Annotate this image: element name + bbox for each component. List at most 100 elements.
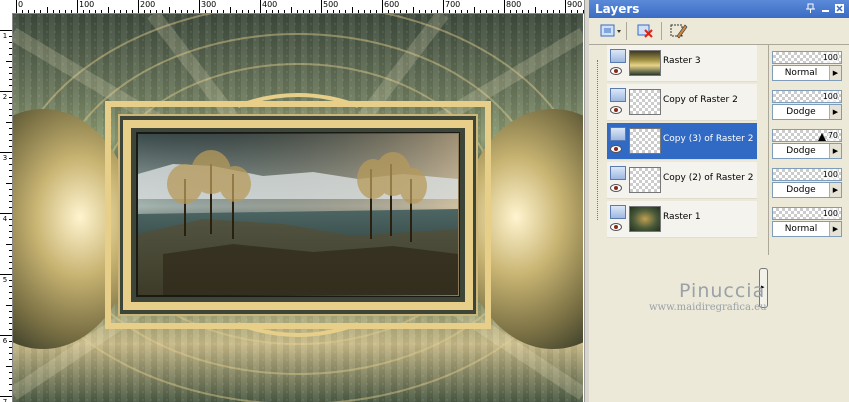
ruler-minor-tick: [150, 10, 152, 13]
ruler-minor-tick: [9, 280, 12, 282]
visibility-eye-icon[interactable]: [610, 223, 622, 231]
close-icon[interactable]: [834, 3, 845, 14]
ruler-label: 5: [2, 276, 8, 284]
layer-name: Raster 3: [663, 56, 701, 66]
layer-thumbnail: [629, 128, 661, 154]
layer-row-raster-1[interactable]: Raster 1: [607, 201, 757, 238]
ruler-minor-tick: [394, 10, 396, 13]
toolbar-separator: [661, 22, 662, 40]
layer-row-copy-2-of-raster-2[interactable]: Copy (2) of Raster 2: [607, 162, 757, 199]
ruler-minor-tick: [64, 10, 66, 13]
layers-title: Layers: [595, 2, 640, 16]
layer-type-icon: [610, 49, 626, 63]
ruler-minor-tick: [516, 10, 518, 13]
ruler-minor-tick: [9, 219, 12, 221]
layer-row-raster-3[interactable]: Raster 3: [607, 45, 757, 82]
ruler-minor-tick: [9, 164, 12, 166]
ruler-minor-tick: [9, 310, 12, 312]
ruler-minor-tick: [9, 231, 12, 233]
layer-tree-line: [597, 60, 599, 220]
ruler-minor-tick: [40, 10, 42, 13]
ruler-minor-tick: [6, 365, 12, 367]
blend-mode-select[interactable]: Dodge ▶: [772, 182, 842, 198]
layer-row-copy-of-raster-2[interactable]: Copy of Raster 2: [607, 84, 757, 121]
delete-layer-icon[interactable]: [636, 22, 656, 40]
layers-title-bar[interactable]: Layers: [589, 0, 849, 18]
ruler-minor-tick: [9, 316, 12, 318]
ruler-minor-tick: [223, 10, 225, 13]
layer-thumbnail: [629, 89, 661, 115]
opacity-slider[interactable]: 100: [772, 90, 842, 103]
layer-type-icon: [610, 166, 626, 180]
opacity-slider[interactable]: 100: [772, 207, 842, 220]
ruler-minor-tick: [253, 10, 255, 13]
opacity-slider-thumb[interactable]: [818, 133, 826, 141]
ruler-major-tick: [0, 335, 12, 336]
layer-props-raster-3: 100 Normal ▶: [772, 49, 844, 83]
ruler-minor-tick: [107, 7, 109, 13]
layer-name: Copy (2) of Raster 2: [663, 173, 754, 183]
layer-props-copy-3-of-raster-2: 70 Dodge ▶: [772, 127, 844, 161]
layer-props-raster-1: 100 Normal ▶: [772, 205, 844, 239]
ruler-minor-tick: [58, 10, 60, 13]
edit-selection-icon[interactable]: [669, 22, 689, 40]
ruler-minor-tick: [534, 7, 536, 13]
ruler-minor-tick: [9, 145, 12, 147]
ruler-minor-tick: [217, 10, 219, 13]
ruler-minor-tick: [9, 347, 12, 349]
blend-mode-value: Dodge: [786, 146, 816, 156]
ruler-minor-tick: [9, 115, 12, 117]
pin-icon[interactable]: [805, 3, 816, 14]
ruler-minor-tick: [290, 7, 292, 13]
new-raster-layer-icon[interactable]: [599, 22, 621, 40]
ruler-minor-tick: [9, 237, 12, 239]
dropdown-arrow-icon[interactable]: ▶: [829, 183, 841, 197]
ruler-minor-tick: [83, 10, 85, 13]
blend-mode-select[interactable]: Dodge ▶: [772, 143, 842, 159]
ruler-minor-tick: [192, 10, 194, 13]
blend-mode-select[interactable]: Normal ▶: [772, 65, 842, 81]
dropdown-arrow-icon[interactable]: ▶: [829, 222, 841, 236]
opacity-slider[interactable]: 70: [772, 129, 842, 142]
ruler-label: 200: [140, 0, 156, 9]
ruler-minor-tick: [9, 389, 12, 391]
dropdown-arrow-icon[interactable]: ▶: [829, 66, 841, 80]
blend-mode-select[interactable]: Dodge ▶: [772, 104, 842, 120]
horizontal-ruler: 0 100 200 300 400 500 600 700 800 900: [12, 0, 588, 14]
minimize-icon[interactable]: [820, 3, 831, 14]
ruler-minor-tick: [9, 97, 12, 99]
ruler-minor-tick: [9, 341, 12, 343]
ruler-minor-tick: [28, 10, 30, 13]
visibility-eye-icon[interactable]: [610, 67, 622, 75]
ruler-minor-tick: [369, 10, 371, 13]
ruler-minor-tick: [473, 7, 475, 13]
ruler-major-tick: [0, 274, 12, 275]
ruler-minor-tick: [6, 121, 12, 123]
opacity-slider[interactable]: 100: [772, 51, 842, 64]
blend-mode-select[interactable]: Normal ▶: [772, 221, 842, 237]
visibility-eye-icon[interactable]: [610, 106, 622, 114]
opacity-slider[interactable]: 100: [772, 168, 842, 181]
dropdown-arrow-icon[interactable]: ▶: [829, 144, 841, 158]
ruler-minor-tick: [9, 225, 12, 227]
ruler-major-tick: [199, 0, 200, 13]
ruler-major-tick: [443, 0, 444, 13]
ruler-minor-tick: [510, 10, 512, 13]
visibility-eye-icon[interactable]: [610, 145, 622, 153]
image-canvas[interactable]: [13, 14, 583, 402]
ruler-minor-tick: [235, 10, 237, 13]
visibility-eye-icon[interactable]: [610, 184, 622, 192]
ruler-minor-tick: [345, 10, 347, 13]
dropdown-arrow-icon[interactable]: ▶: [829, 105, 841, 119]
ruler-minor-tick: [9, 66, 12, 68]
ruler-major-tick: [138, 0, 139, 13]
blend-mode-value: Dodge: [786, 185, 816, 195]
ruler-minor-tick: [9, 54, 12, 56]
ruler-minor-tick: [400, 10, 402, 13]
ruler-minor-tick: [9, 328, 12, 330]
ruler-minor-tick: [6, 243, 12, 245]
layer-row-copy-3-of-raster-2[interactable]: Copy (3) of Raster 2: [607, 123, 757, 160]
ruler-minor-tick: [571, 10, 573, 13]
ruler-minor-tick: [9, 261, 12, 263]
ruler-minor-tick: [302, 10, 304, 13]
